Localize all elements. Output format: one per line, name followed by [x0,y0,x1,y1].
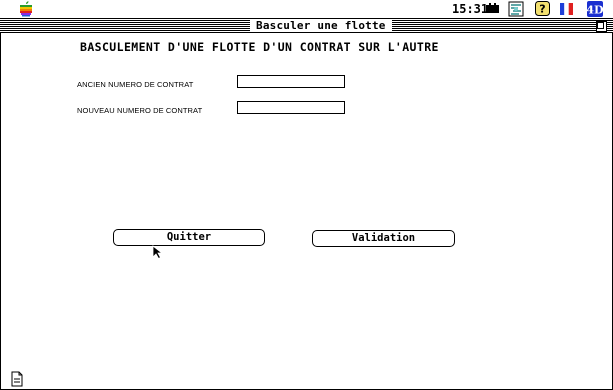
screen-frame [0,0,613,390]
help-icon[interactable]: ? [535,1,550,16]
quit-button[interactable]: Quitter [113,229,265,246]
window-left-border [0,33,1,390]
app-icon[interactable]: 4D [587,1,603,17]
validate-button[interactable]: Validation [312,230,455,247]
new-contract-label: NOUVEAU NUMERO DE CONTRAT [77,106,203,115]
new-contract-input[interactable] [237,101,345,114]
network-icon[interactable] [508,1,524,17]
old-contract-label: ANCIEN NUMERO DE CONTRAT [77,80,194,89]
menu-bar: 15:31 ? 4D [0,0,613,19]
page-heading: BASCULEMENT D'UNE FLOTTE D'UN CONTRAT SU… [80,40,439,54]
battery-icon[interactable] [486,3,501,14]
flag-icon[interactable] [560,3,573,15]
old-contract-input[interactable] [237,75,345,88]
svg-text:?: ? [539,3,545,16]
window-corner-icon [11,371,23,387]
mouse-cursor-icon [152,245,164,259]
svg-text:4D: 4D [587,4,603,17]
menu-clock[interactable]: 15:31 [452,2,488,16]
zoom-box-icon[interactable] [596,21,607,32]
apple-icon[interactable] [19,1,33,17]
window-title: Basculer une flotte [250,20,392,32]
